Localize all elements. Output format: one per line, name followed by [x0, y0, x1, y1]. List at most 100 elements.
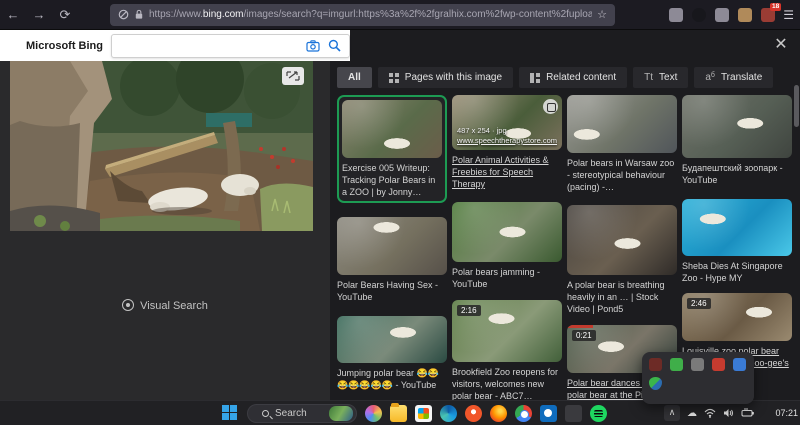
search-icon[interactable]	[328, 39, 341, 52]
url-bar[interactable]: https://www.bing.com/images/search?q=img…	[110, 4, 615, 26]
grid-icon	[530, 73, 540, 83]
tab-label: All	[348, 72, 361, 83]
result-caption[interactable]: A polar bear is breathing heavily in an …	[567, 279, 677, 315]
scrollbar-thumb[interactable]	[794, 85, 799, 127]
results-panel: All Pages with this image Related content T…	[330, 61, 800, 400]
tab-text[interactable]: Tt Text	[633, 67, 688, 88]
tab-pages-with-this-image[interactable]: Pages with this image	[378, 67, 513, 88]
back-button[interactable]: ←	[0, 7, 26, 22]
edge-icon[interactable]	[440, 405, 457, 422]
security-shield-icon[interactable]	[649, 377, 662, 390]
result-thumbnail[interactable]: 2:46	[682, 293, 792, 341]
tab-all[interactable]: All	[337, 67, 372, 88]
translate-icon: aб	[705, 72, 715, 83]
result-caption[interactable]: Polar bears jamming - YouTube	[452, 266, 562, 290]
query-image	[10, 61, 313, 231]
image-crop-button[interactable]	[282, 67, 304, 85]
bing-header: Microsoft Bing	[0, 30, 350, 61]
duration-badge: 0:21	[572, 330, 596, 341]
tray-app-icon[interactable]	[691, 358, 704, 371]
spotify-icon[interactable]	[590, 405, 607, 422]
progress-sliver	[567, 325, 593, 328]
result-caption[interactable]: Exercise 005 Writeup: Tracking Polar Bea…	[342, 162, 442, 198]
result-card: 2:16 Brookfield Zoo reopens for visitors,…	[452, 300, 562, 400]
scrollbar[interactable]	[794, 63, 799, 398]
brave-icon[interactable]	[465, 405, 482, 422]
tray-app-icon[interactable]	[649, 358, 662, 371]
bing-search-box[interactable]	[111, 34, 350, 58]
result-thumbnail[interactable]	[567, 95, 677, 153]
forward-button[interactable]: →	[26, 7, 52, 22]
result-thumbnail[interactable]	[342, 100, 442, 158]
duration-badge: 2:16	[457, 305, 481, 316]
duration-badge: 2:46	[687, 298, 711, 309]
result-thumbnail[interactable]	[567, 205, 677, 275]
wifi-icon[interactable]	[704, 408, 716, 418]
dark-app-icon[interactable]	[565, 405, 582, 422]
tab-label: Text	[659, 72, 677, 83]
speaker-icon[interactable]	[723, 408, 734, 418]
tab-label: Pages with this image	[405, 72, 502, 83]
tray-app-icon[interactable]	[712, 358, 725, 371]
result-caption[interactable]: Будапештский зоопарк - YouTube	[682, 162, 792, 186]
polar-bears-zoo-photo	[10, 61, 313, 231]
result-thumbnail[interactable]	[337, 316, 447, 363]
result-caption[interactable]: Polar bears in Warsaw zoo - stereotypica…	[567, 157, 677, 193]
result-thumbnail[interactable]: 2:16	[452, 300, 562, 362]
browser-navbar: ← → ⟳ https://www.bing.com/images/search…	[0, 0, 800, 30]
bookmark-star-icon[interactable]: ☆	[597, 8, 607, 21]
taskbar-clock[interactable]: 07:21	[762, 408, 798, 418]
visual-search-camera-icon[interactable]	[306, 40, 320, 52]
result-thumbnail[interactable]	[452, 202, 562, 262]
outlook-icon[interactable]	[540, 405, 557, 422]
tray-app-icon[interactable]	[733, 358, 746, 371]
toolbar-extensions: 18	[669, 8, 775, 22]
result-thumbnail[interactable]: 487 x 254 · jpgwww.speechtherapystore.co…	[452, 95, 562, 150]
bing-search-input[interactable]	[112, 40, 306, 52]
taskbar-search-label: Search	[275, 408, 323, 419]
visual-search-button[interactable]: Visual Search	[0, 299, 330, 312]
file-explorer-icon[interactable]	[390, 405, 407, 422]
result-caption[interactable]: Polar Bears Having Sex - YouTube	[337, 279, 447, 303]
result-caption[interactable]: Jumping polar bear 😂😂😂😂😂😂😂 - YouTube	[337, 367, 447, 391]
tab-label: Related content	[546, 72, 616, 83]
taskbar-apps	[365, 405, 607, 422]
visual-search-camera-button[interactable]	[543, 99, 558, 114]
chrome-icon[interactable]	[515, 405, 532, 422]
taskbar-search[interactable]: Search	[247, 404, 357, 423]
onedrive-cloud-icon[interactable]: ☁	[687, 408, 697, 419]
tab-related-content[interactable]: Related content	[519, 67, 627, 88]
tab-translate[interactable]: aбTranslate	[694, 67, 773, 88]
tray-app-icon[interactable]	[670, 358, 683, 371]
reload-button[interactable]: ⟳	[52, 7, 78, 23]
tray-chevron-icon[interactable]: ∧	[664, 405, 680, 421]
result-card: Sheba Dies At Singapore Zoo - Hype MY	[682, 199, 792, 284]
account-icon[interactable]	[692, 8, 706, 22]
microsoft-store-icon[interactable]	[415, 405, 432, 422]
result-caption[interactable]: Sheba Dies At Singapore Zoo - Hype MY	[682, 260, 792, 284]
bing-logo[interactable]: Microsoft Bing	[8, 39, 103, 52]
tracking-shield-icon[interactable]	[118, 9, 129, 20]
result-thumbnail[interactable]	[682, 199, 792, 256]
result-thumbnail[interactable]	[682, 95, 792, 158]
result-card: Polar bears jamming - YouTube	[452, 202, 562, 290]
close-button[interactable]: ✕	[770, 34, 792, 56]
result-card: Будапештский зоопарк - YouTube	[682, 95, 792, 186]
copilot-icon[interactable]	[365, 405, 382, 422]
menu-button[interactable]: ☰	[783, 8, 794, 22]
firefox-icon[interactable]	[490, 405, 507, 422]
start-button[interactable]	[222, 405, 239, 422]
addon-paw-icon[interactable]	[738, 8, 752, 22]
text-icon: Tt	[644, 72, 653, 83]
adblock-icon[interactable]: 18	[761, 8, 775, 22]
visual-search-icon	[122, 299, 134, 311]
result-card: Polar bears in Warsaw zoo - stereotypica…	[567, 95, 677, 193]
source-site[interactable]: www.speechtherapystore.com	[457, 136, 557, 146]
battery-pen-icon[interactable]	[741, 408, 755, 418]
tracking-protection-badge-icon[interactable]	[669, 8, 683, 22]
extension-puzzle-icon[interactable]	[715, 8, 729, 22]
result-caption[interactable]: Brookfield Zoo reopens for visitors, wel…	[452, 366, 562, 400]
result-caption[interactable]: Polar Animal Activities & Freebies for S…	[452, 154, 562, 190]
system-tray: ∧ ☁ 07:21	[664, 401, 800, 425]
result-thumbnail[interactable]	[337, 217, 447, 275]
